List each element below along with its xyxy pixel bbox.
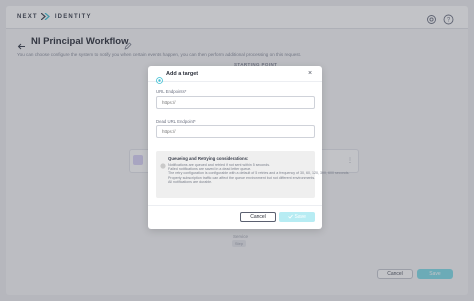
modal-save-button[interactable]: Save: [279, 212, 315, 222]
info-title: Queueing and Retrying considerations:: [168, 156, 249, 161]
info-list: Notifications are queued and retried if …: [168, 163, 350, 184]
modal-cancel-button[interactable]: Cancel: [240, 212, 276, 222]
dead-url-endpoint-label: Dead URL Endpoint*: [156, 119, 196, 124]
info-box: Queueing and Retrying considerations: No…: [156, 151, 350, 198]
modal-title: Add a target: [166, 71, 199, 77]
info-icon: [160, 156, 166, 169]
info-item: The retry configuration is configurable …: [168, 171, 350, 176]
modal-save-label: Save: [294, 214, 306, 220]
info-item: All notifications are durable.: [168, 179, 213, 184]
dead-url-endpoint-input[interactable]: [156, 125, 315, 138]
add-target-modal: Add a target × URL Endpoints* Dead URL E…: [148, 66, 350, 229]
close-icon[interactable]: ×: [308, 70, 312, 77]
target-icon: [156, 71, 163, 84]
url-endpoints-label: URL Endpoints*: [156, 89, 187, 94]
modal-divider: [148, 205, 322, 206]
url-endpoints-input[interactable]: [156, 96, 315, 109]
modal-header: Add a target ×: [148, 66, 322, 84]
